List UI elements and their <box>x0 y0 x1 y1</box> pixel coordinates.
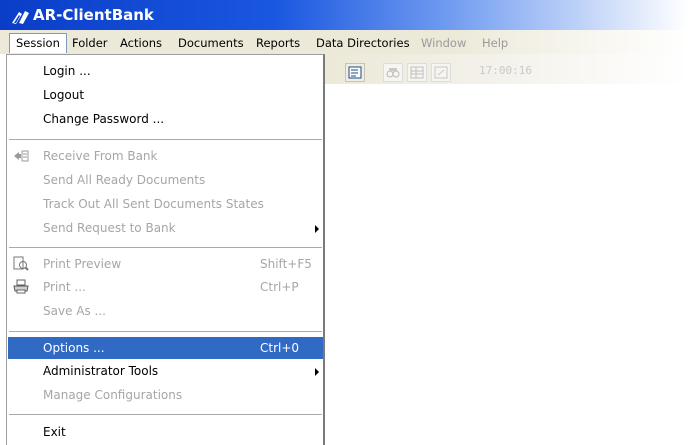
print-preview-icon <box>12 256 30 272</box>
menu-item-send-request-to-bank[interactable]: Send Request to Bank <box>8 217 323 239</box>
menu-separator <box>9 247 322 248</box>
menu-item-label: Track Out All Sent Documents States <box>43 197 264 211</box>
menu-item-print-preview[interactable]: Print Preview Shift+F5 <box>8 253 323 275</box>
binoculars-icon <box>386 68 400 78</box>
submenu-arrow-icon <box>315 225 319 233</box>
menu-item-label: Send Request to Bank <box>43 221 176 235</box>
menu-documents[interactable]: Documents <box>178 36 244 50</box>
menu-item-label: Print ... <box>43 280 86 294</box>
menu-bar: Session Folder Actions Documents Reports… <box>0 30 688 54</box>
menu-window[interactable]: Window <box>421 36 466 50</box>
workspace <box>325 84 688 445</box>
menu-folder[interactable]: Folder <box>72 36 108 50</box>
menu-item-label: Exit <box>43 425 66 439</box>
menu-item-shortcut: Ctrl+0 <box>260 341 300 355</box>
menu-data-directories[interactable]: Data Directories <box>316 36 410 50</box>
app-logo-icon <box>11 9 30 25</box>
menu-item-label: Login ... <box>43 64 91 78</box>
menu-item-label: Administrator Tools <box>43 364 159 378</box>
receive-icon <box>348 66 362 79</box>
menu-item-manage-configurations[interactable]: Manage Configurations <box>8 384 323 406</box>
menu-actions[interactable]: Actions <box>120 36 162 50</box>
refresh-icon <box>434 66 448 79</box>
toolbar-refresh-button[interactable] <box>431 63 451 82</box>
toolbar: 17:00:16 <box>325 54 688 84</box>
clock-display: 17:00:16 <box>479 64 532 77</box>
menu-item-label: Logout <box>43 88 85 102</box>
menu-item-label: Options ... <box>43 341 105 355</box>
toolbar-find-button[interactable] <box>383 63 403 82</box>
menu-item-administrator-tools[interactable]: Administrator Tools <box>8 360 323 382</box>
menu-session[interactable]: Session <box>9 33 67 53</box>
menu-item-label: Save As ... <box>43 304 106 318</box>
menu-item-receive-from-bank[interactable]: Receive From Bank <box>8 145 323 167</box>
menu-item-login[interactable]: Login ... <box>8 60 323 82</box>
submenu-arrow-icon <box>315 368 319 376</box>
menu-item-change-password[interactable]: Change Password ... <box>8 108 323 130</box>
table-icon <box>410 66 424 79</box>
menu-item-exit[interactable]: Exit <box>8 421 323 443</box>
toolbar-table-button[interactable] <box>407 63 427 82</box>
menu-item-track-out-states[interactable]: Track Out All Sent Documents States <box>8 193 323 215</box>
menu-separator <box>9 414 322 415</box>
menu-item-label: Receive From Bank <box>43 149 158 163</box>
title-bar: AR-ClientBank <box>0 0 688 30</box>
menu-item-send-all-ready-documents[interactable]: Send All Ready Documents <box>8 169 323 191</box>
menu-item-label: Send All Ready Documents <box>43 173 206 187</box>
receive-from-bank-icon <box>12 148 30 164</box>
menu-item-shortcut: Shift+F5 <box>260 257 312 271</box>
session-menu-dropdown: Login ... Logout Change Password ... Rec… <box>6 54 325 445</box>
toolbar-receive-button[interactable] <box>345 63 365 82</box>
menu-item-label: Change Password ... <box>43 112 165 126</box>
menu-separator <box>9 331 322 332</box>
menu-item-label: Print Preview <box>43 257 122 271</box>
menu-item-options[interactable]: Options ... Ctrl+0 <box>8 337 323 359</box>
menu-help[interactable]: Help <box>482 36 508 50</box>
menu-item-save-as[interactable]: Save As ... <box>8 300 323 322</box>
menu-separator <box>9 139 322 140</box>
menu-item-print[interactable]: Print ... Ctrl+P <box>8 276 323 298</box>
menu-item-shortcut: Ctrl+P <box>260 280 299 294</box>
menu-reports[interactable]: Reports <box>256 36 300 50</box>
window-title: AR-ClientBank <box>33 6 154 24</box>
menu-item-logout[interactable]: Logout <box>8 84 323 106</box>
printer-icon <box>12 279 30 295</box>
menu-item-label: Manage Configurations <box>43 388 183 402</box>
